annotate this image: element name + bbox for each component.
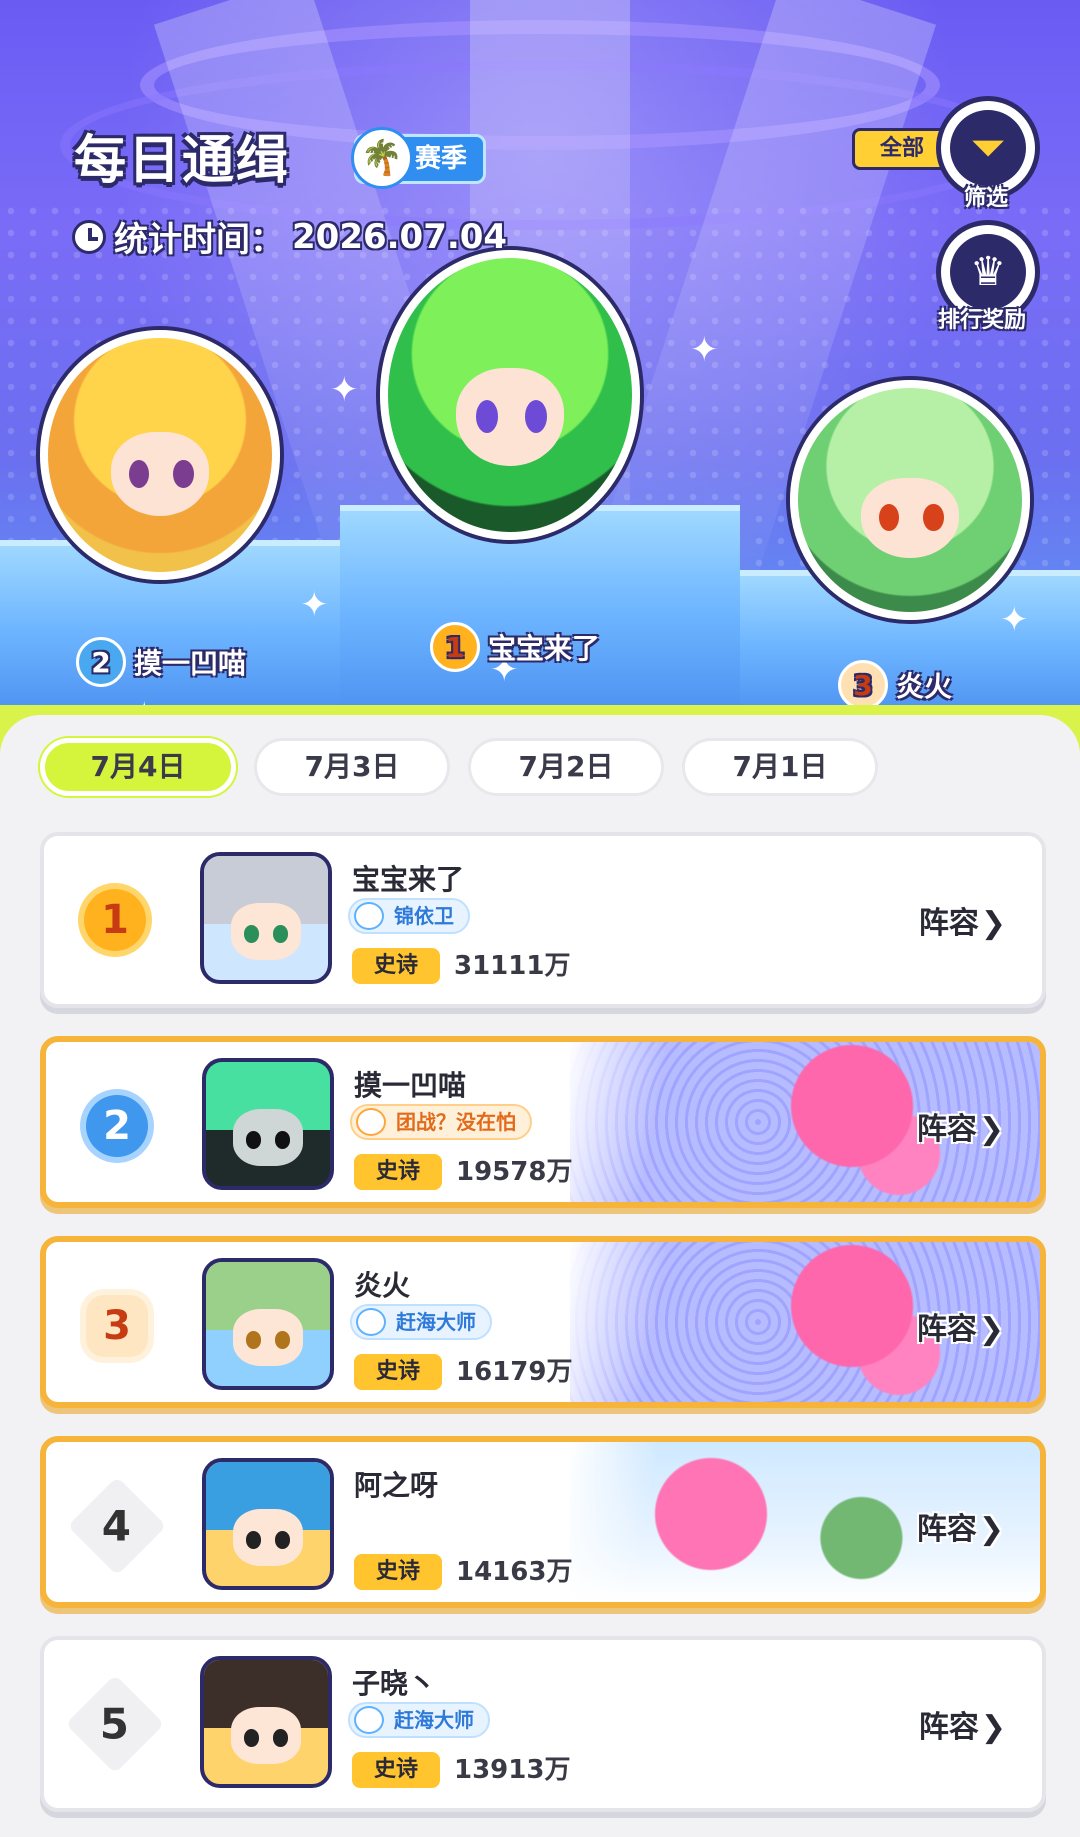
filter-caption: 筛选 — [964, 186, 1009, 211]
power-value: 19578万 — [456, 1157, 573, 1187]
avatar[interactable] — [200, 852, 332, 984]
rank-3-medal-icon: 3 — [86, 1295, 148, 1357]
season-badge[interactable]: 🌴 赛季 — [351, 127, 487, 189]
podium-second-label: 2 摸一凹喵 — [76, 637, 246, 687]
lineup-button[interactable]: 阵容❯ — [917, 1304, 1004, 1348]
player-name: 子晓丶 — [352, 1667, 437, 1700]
third-place-character[interactable] — [790, 380, 1030, 620]
first-place-character[interactable] — [380, 250, 640, 540]
lineup-button[interactable]: 阵容❯ — [917, 1504, 1004, 1548]
ranking-row[interactable]: 3 炎火 赶海大师 史诗 16179万 阵容❯ — [40, 1236, 1046, 1408]
tier-badge: 史诗 — [354, 1354, 442, 1390]
avatar[interactable] — [202, 1058, 334, 1190]
rank-2-medal-icon: 2 — [86, 1095, 148, 1157]
chevron-right-icon: ❯ — [978, 1312, 1004, 1347]
tab-date-4[interactable]: 7月1日 — [682, 738, 878, 796]
podium-first-label: 1 宝宝来了 — [430, 622, 600, 672]
tier-badge: 史诗 — [352, 1752, 440, 1788]
stat-time-label: 统计时间： — [114, 220, 284, 260]
ranking-list: 1 宝宝来了 锦依卫 史诗 31111万 阵容❯ 2 摸一凹喵 团战？没在怕 史… — [40, 832, 1046, 1837]
player-title-badge: 锦依卫 — [348, 898, 470, 934]
hero-banner: ✦ ✦ ✦ ✦ ✦ ✦ ✦ 2 摸一凹喵 1 宝宝来了 3 炎火 — [0, 0, 1080, 760]
sparkle-icon: ✦ — [300, 585, 329, 625]
rank-1-medal-icon: 1 — [84, 889, 146, 951]
tier-badge: 史诗 — [352, 948, 440, 984]
lineup-button[interactable]: 阵容❯ — [917, 1104, 1004, 1148]
trophy-icon: ♛ — [950, 234, 1026, 310]
rank-1-medal-icon: 1 — [430, 622, 480, 672]
page-title: 每日通缉 — [74, 131, 291, 191]
second-place-character[interactable] — [40, 330, 280, 580]
tier-badge: 史诗 — [354, 1154, 442, 1190]
podium-third-name: 炎火 — [896, 670, 953, 703]
player-name: 炎火 — [354, 1269, 411, 1302]
rank-badge: 2 — [72, 1086, 162, 1166]
palm-tree-icon: 🌴 — [351, 127, 413, 189]
sparkle-icon: ✦ — [330, 370, 359, 410]
lineup-button[interactable]: 阵容❯ — [919, 1702, 1006, 1746]
player-name: 摸一凹喵 — [354, 1069, 467, 1102]
power-value: 13913万 — [454, 1755, 571, 1785]
sparkle-icon: ✦ — [1000, 600, 1029, 640]
avatar[interactable] — [202, 1458, 334, 1590]
player-title-badge: 团战？没在怕 — [350, 1104, 532, 1140]
ranking-row[interactable]: 1 宝宝来了 锦依卫 史诗 31111万 阵容❯ — [40, 832, 1046, 1008]
rank-2-medal-icon: 2 — [76, 637, 126, 687]
rank-badge: 3 — [72, 1286, 162, 1366]
title-icon — [356, 1108, 386, 1136]
player-title-badge: 赶海大师 — [350, 1304, 492, 1340]
stat-time-value: 2026.07.04 — [292, 216, 508, 257]
player-title-badge: 赶海大师 — [348, 1702, 490, 1738]
title-icon — [354, 1706, 384, 1734]
lineup-button[interactable]: 阵容❯ — [919, 898, 1006, 942]
title-icon — [354, 902, 384, 930]
player-name: 宝宝来了 — [352, 863, 465, 896]
avatar[interactable] — [200, 1656, 332, 1788]
stat-time: 统计时间： 2026.07.04 — [72, 212, 507, 261]
tab-date-1[interactable]: 7月4日 — [40, 738, 236, 796]
podium-first-name: 宝宝来了 — [488, 632, 601, 665]
tab-date-3[interactable]: 7月2日 — [468, 738, 664, 796]
clock-icon — [72, 219, 106, 254]
season-label: 赛季 — [415, 144, 468, 174]
rank-diamond-icon: 5 — [65, 1674, 165, 1774]
ranking-row[interactable]: 5 子晓丶 赶海大师 史诗 13913万 阵容❯ — [40, 1636, 1046, 1812]
chevron-right-icon: ❯ — [978, 1512, 1004, 1547]
power-value: 14163万 — [456, 1557, 573, 1587]
rewards-caption: 排行奖励 — [938, 308, 1027, 333]
ranking-row[interactable]: 2 摸一凹喵 团战？没在怕 史诗 19578万 阵容❯ — [40, 1036, 1046, 1208]
tier-badge: 史诗 — [354, 1554, 442, 1590]
rank-badge: 1 — [70, 880, 160, 960]
rank-diamond-icon: 4 — [67, 1476, 167, 1576]
chevron-right-icon: ❯ — [980, 1710, 1006, 1745]
rank-badge: 5 — [65, 1674, 165, 1774]
rank-3-medal-icon: 3 — [838, 660, 888, 710]
chevron-right-icon: ❯ — [978, 1112, 1004, 1147]
filter-icon: ⏷ — [950, 110, 1026, 186]
podium-third-label: 3 炎火 — [838, 660, 952, 710]
ranking-row[interactable]: 4 阿之呀 史诗 14163万 阵容❯ — [40, 1436, 1046, 1608]
date-tabs: 7月4日 7月3日 7月2日 7月1日 — [40, 738, 878, 796]
rank-badge: 4 — [67, 1476, 167, 1576]
podium-second-name: 摸一凹喵 — [134, 647, 247, 680]
title-icon — [356, 1308, 386, 1336]
avatar[interactable] — [202, 1258, 334, 1390]
power-value: 16179万 — [456, 1357, 573, 1387]
tab-date-2[interactable]: 7月3日 — [254, 738, 450, 796]
power-value: 31111万 — [454, 951, 571, 981]
player-name: 阿之呀 — [354, 1469, 439, 1502]
chevron-right-icon: ❯ — [980, 906, 1006, 941]
podium-first — [340, 505, 740, 720]
sparkle-icon: ✦ — [690, 330, 719, 370]
